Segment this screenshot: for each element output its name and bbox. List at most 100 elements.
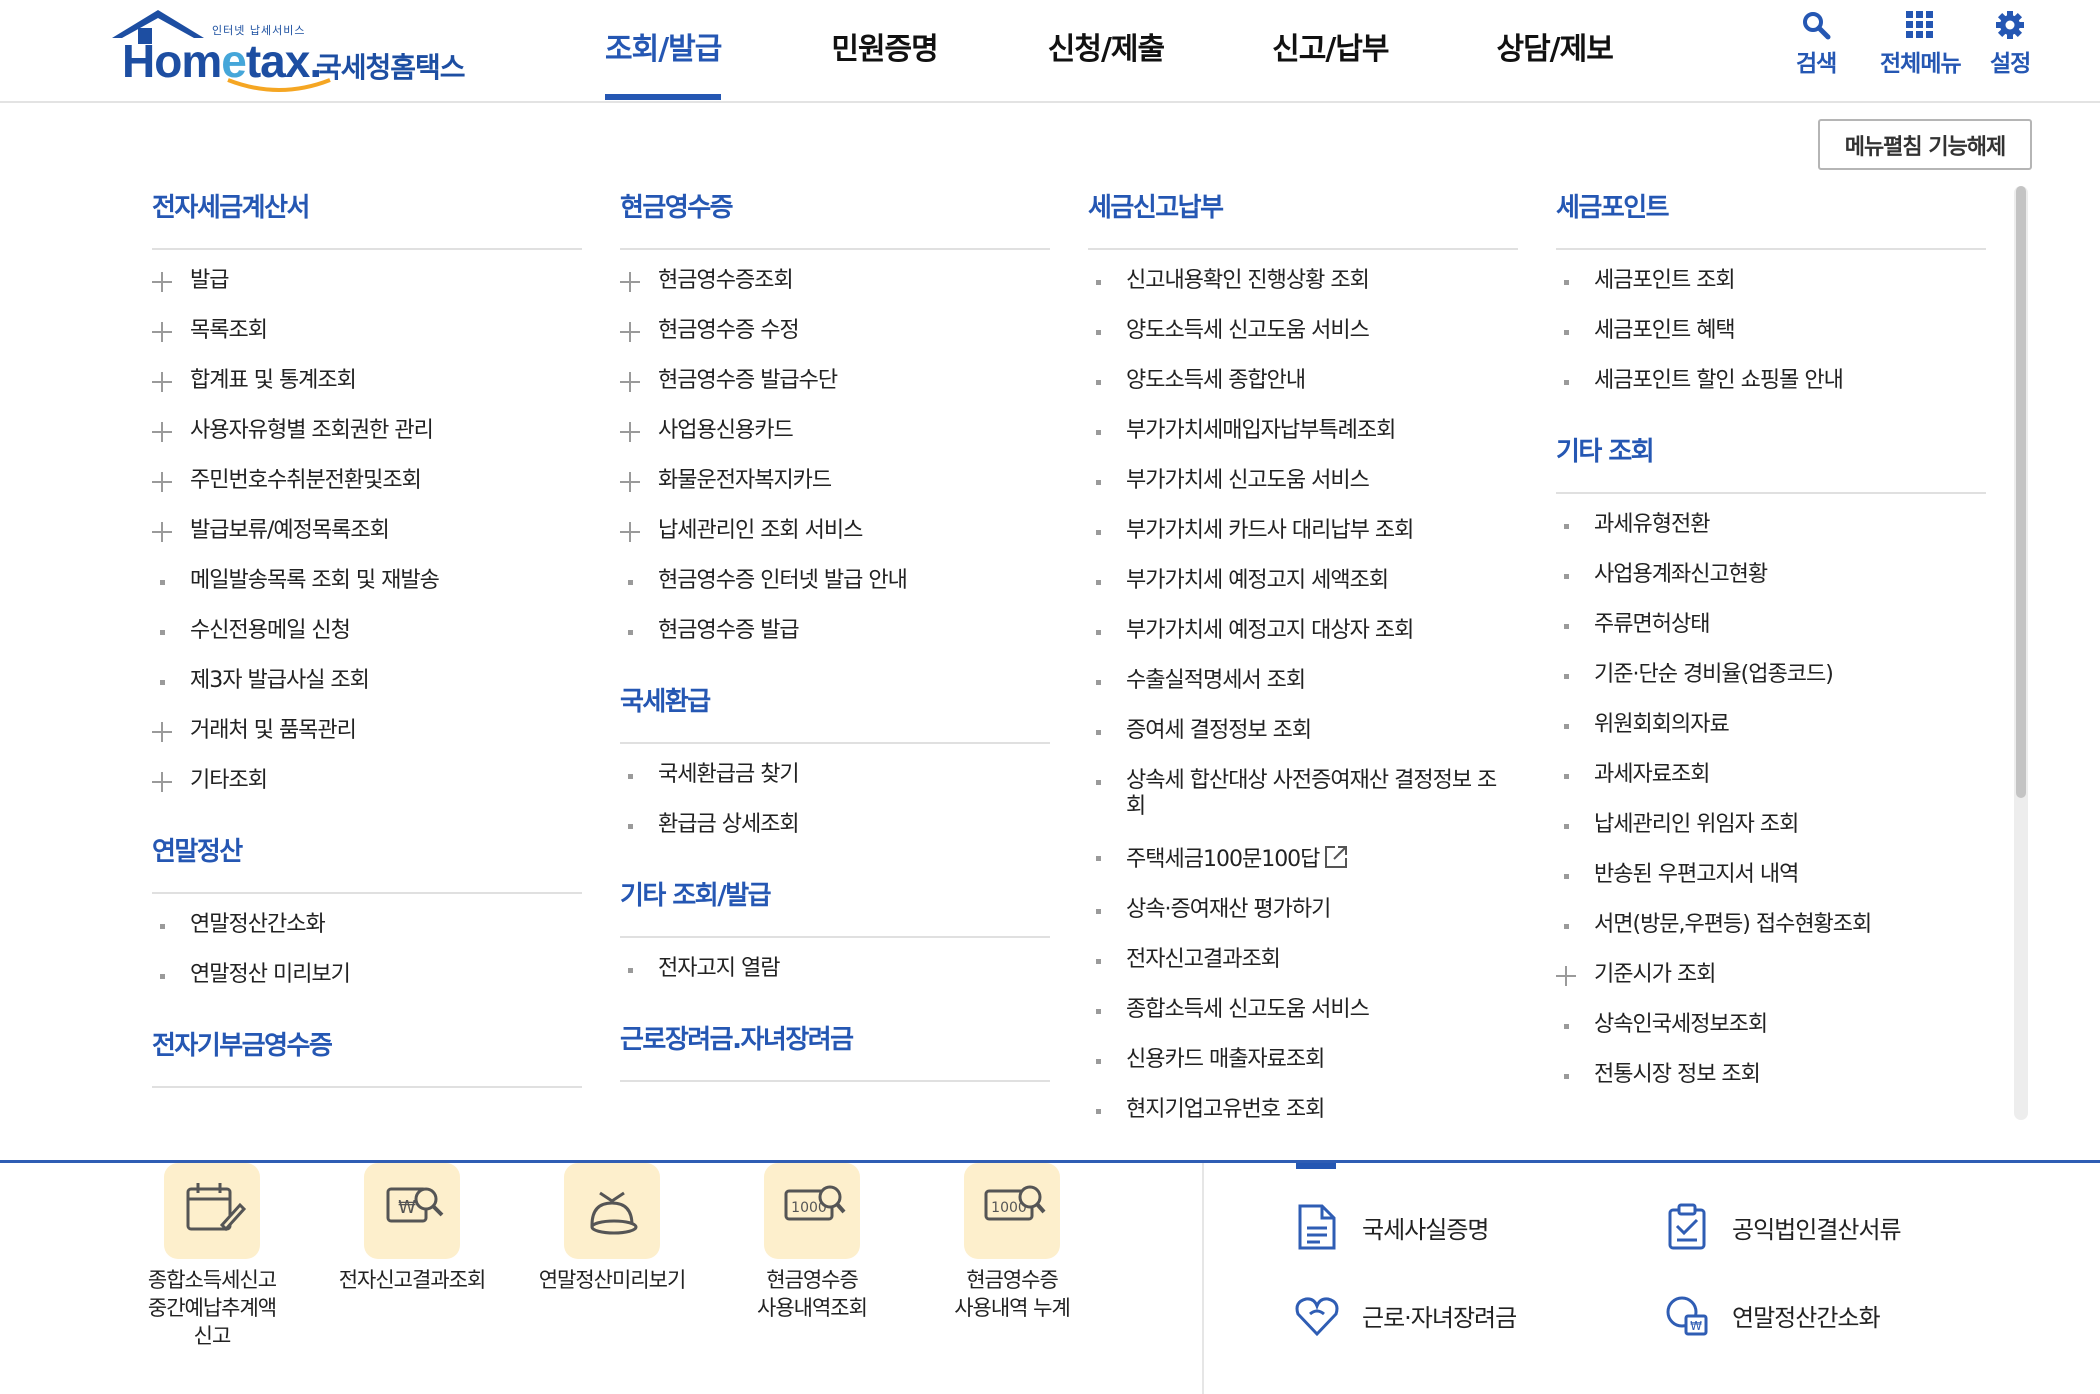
gnb-report-pay[interactable]: 신고/납부 (1272, 0, 1389, 100)
bullet-dot-icon (1564, 774, 1569, 779)
menu-item[interactable]: 화물운전자복지카드 (620, 468, 1050, 494)
search-label: 검색 (1796, 51, 1837, 77)
menu-item[interactable]: 국세환급금 찾기 (620, 762, 1050, 788)
menu-item[interactable]: 발급 (152, 268, 582, 294)
earned-child-credit-link[interactable]: 근로·자녀장려금 (1362, 1298, 1517, 1333)
menu-item[interactable]: 메일발송목록 조회 및 재발송 (152, 568, 582, 594)
gnb-civil-certificate[interactable]: 민원증명 (831, 0, 938, 100)
menu-item[interactable]: 과세유형전환 (1556, 512, 1986, 538)
tax-fact-certificate-link[interactable]: 국세사실증명 (1362, 1210, 1489, 1245)
menu-item[interactable]: 목록조회 (152, 318, 582, 344)
menu-item[interactable]: 상속·증여재산 평가하기 (1088, 897, 1518, 923)
bullet-dot-icon (628, 580, 633, 585)
quick-cash-receipt-history-button[interactable]: 1000 (764, 1163, 860, 1259)
menu-item[interactable]: 기타조회 (152, 768, 582, 794)
quick-cash-receipt-total-button[interactable]: 1000 (964, 1163, 1060, 1259)
quick-e-filing-result-button[interactable]: ₩ (364, 1163, 460, 1259)
bullet-dot-icon (160, 680, 165, 685)
menu-item[interactable]: 납세관리인 조회 서비스 (620, 518, 1050, 544)
category-e-donation-receipt[interactable]: 전자기부금영수증 (152, 1024, 582, 1088)
menu-item[interactable]: 현금영수증 발급 (620, 618, 1050, 644)
menu-item[interactable]: 부가가치세 예정고지 대상자 조회 (1088, 618, 1518, 644)
menu-item[interactable]: 현금영수증 인터넷 발급 안내 (620, 568, 1050, 594)
bullet-dot-icon (628, 968, 633, 973)
scrollbar-thumb[interactable] (2016, 186, 2026, 798)
menu-item[interactable]: 현지기업고유번호 조회 (1088, 1097, 1518, 1119)
svg-text:₩: ₩ (398, 1197, 416, 1218)
menu-item[interactable]: 사용자유형별 조회권한 관리 (152, 418, 582, 444)
menu-item[interactable]: 증여세 결정정보 조회 (1088, 718, 1518, 744)
menu-item[interactable]: 전자신고결과조회 (1088, 947, 1518, 973)
category-tax-filing-payment[interactable]: 세금신고납부 (1088, 186, 1518, 250)
menu-item[interactable]: 거래처 및 품목관리 (152, 718, 582, 744)
menu-item[interactable]: 상속세 합산대상 사전증여재산 결정정보 조회 (1088, 768, 1508, 820)
bullet-dot-icon (1564, 1074, 1569, 1079)
category-e-tax-invoice[interactable]: 전자세금계산서 (152, 186, 582, 250)
quick-interim-prepayment-button[interactable] (164, 1163, 260, 1259)
menu-item[interactable]: 부가가치세 예정고지 세액조회 (1088, 568, 1518, 594)
menu-item[interactable]: 현금영수증조회 (620, 268, 1050, 294)
menu-item[interactable]: 세금포인트 혜택 (1556, 318, 1986, 344)
menu-item[interactable]: 부가가치세 신고도움 서비스 (1088, 468, 1518, 494)
menu-item[interactable]: 과세자료조회 (1556, 762, 1986, 788)
heart-hand-icon (1295, 1297, 1339, 1337)
public-corp-settlement-link[interactable]: 공익법인결산서류 (1732, 1210, 1902, 1245)
menu-item[interactable]: 발급보류/예정목록조회 (152, 518, 582, 544)
menu-item[interactable]: 신고내용확인 진행상황 조회 (1088, 268, 1518, 294)
menu-item[interactable]: 주민번호수취분전환및조회 (152, 468, 582, 494)
menu-expand-release-button[interactable]: 메뉴펼침 기능해제 (1818, 119, 2032, 170)
menu-item[interactable]: 제3자 발급사실 조회 (152, 668, 582, 694)
quick-year-end-preview-button[interactable] (564, 1163, 660, 1259)
menu-item[interactable]: 반송된 우편고지서 내역 (1556, 862, 1986, 888)
menu-item[interactable]: 현금영수증 발급수단 (620, 368, 1050, 394)
menu-item[interactable]: 현금영수증 수정 (620, 318, 1050, 344)
menu-item[interactable]: 사업용신용카드 (620, 418, 1050, 444)
menu-item[interactable]: 전통시장 정보 조회 (1556, 1062, 1986, 1088)
menu-item[interactable]: 납세관리인 위임자 조회 (1556, 812, 1986, 838)
menu-item[interactable]: 서면(방문,우편등) 접수현황조회 (1556, 912, 1986, 938)
menu-item[interactable]: 사업용계좌신고현황 (1556, 562, 1986, 588)
menu-item[interactable]: 주류면허상태 (1556, 612, 1986, 638)
menu-scrollbar[interactable] (2014, 186, 2028, 1120)
menu-item[interactable]: 위원회회의자료 (1556, 712, 1986, 738)
menu-item[interactable]: 부가가치세매입자납부특례조회 (1088, 418, 1518, 444)
search-button[interactable]: 검색 (1796, 10, 1837, 78)
menu-item[interactable]: 종합소득세 신고도움 서비스 (1088, 997, 1518, 1023)
category-other-inquiry-issue[interactable]: 기타 조회/발급 (620, 874, 1050, 938)
menu-item[interactable]: 기준·단순 경비율(업종코드) (1556, 662, 1986, 688)
menu-item[interactable]: 합계표 및 통계조회 (152, 368, 582, 394)
menu-item[interactable]: 주택세금100문100답 (1088, 844, 1518, 873)
menu-item[interactable]: 수출실적명세서 조회 (1088, 668, 1518, 694)
menu-item[interactable]: 양도소득세 종합안내 (1088, 368, 1518, 394)
gnb-apply-submit[interactable]: 신청/제출 (1048, 0, 1165, 100)
menu-item[interactable]: 수신전용메일 신청 (152, 618, 582, 644)
category-year-end-settlement[interactable]: 연말정산 (152, 830, 582, 894)
logo-subtitle: 국세청홈택스 (316, 51, 466, 84)
category-other-inquiry[interactable]: 기타 조회 (1556, 430, 1986, 494)
year-end-simplified-link[interactable]: 연말정산간소화 (1732, 1298, 1881, 1333)
gnb-inquiry-issue[interactable]: 조회/발급 (605, 0, 722, 100)
hometax-logo[interactable]: 인터넷 납세서비스 Hometax. 국세청홈택스 (108, 8, 478, 98)
category-tax-point[interactable]: 세금포인트 (1556, 186, 1986, 250)
expand-plus-icon (1556, 966, 1576, 986)
menu-item[interactable]: 연말정산간소화 (152, 912, 582, 938)
all-menu-button[interactable]: 전체메뉴 (1880, 10, 1962, 78)
bullet-dot-icon (1096, 1109, 1101, 1114)
menu-item[interactable]: 연말정산 미리보기 (152, 962, 582, 988)
bullet-dot-icon (160, 974, 165, 979)
menu-item[interactable]: 세금포인트 할인 쇼핑몰 안내 (1556, 368, 1986, 394)
gnb-consult-report[interactable]: 상담/제보 (1496, 0, 1613, 100)
menu-item[interactable]: 양도소득세 신고도움 서비스 (1088, 318, 1518, 344)
menu-item[interactable]: 전자고지 열람 (620, 956, 1050, 982)
expand-plus-icon (620, 372, 640, 392)
settings-button[interactable]: 설정 (1990, 10, 2031, 78)
menu-item[interactable]: 기준시가 조회 (1556, 962, 1986, 988)
menu-item[interactable]: 상속인국세정보조회 (1556, 1012, 1986, 1038)
menu-item[interactable]: 세금포인트 조회 (1556, 268, 1986, 294)
menu-item[interactable]: 신용카드 매출자료조회 (1088, 1047, 1518, 1073)
menu-item[interactable]: 부가가치세 카드사 대리납부 조회 (1088, 518, 1518, 544)
category-tax-refund[interactable]: 국세환급 (620, 680, 1050, 744)
menu-item[interactable]: 환급금 상세조회 (620, 812, 1050, 838)
category-earned-income-child-credit[interactable]: 근로장려금.자녀장려금 (620, 1018, 1050, 1082)
category-cash-receipt[interactable]: 현금영수증 (620, 186, 1050, 250)
